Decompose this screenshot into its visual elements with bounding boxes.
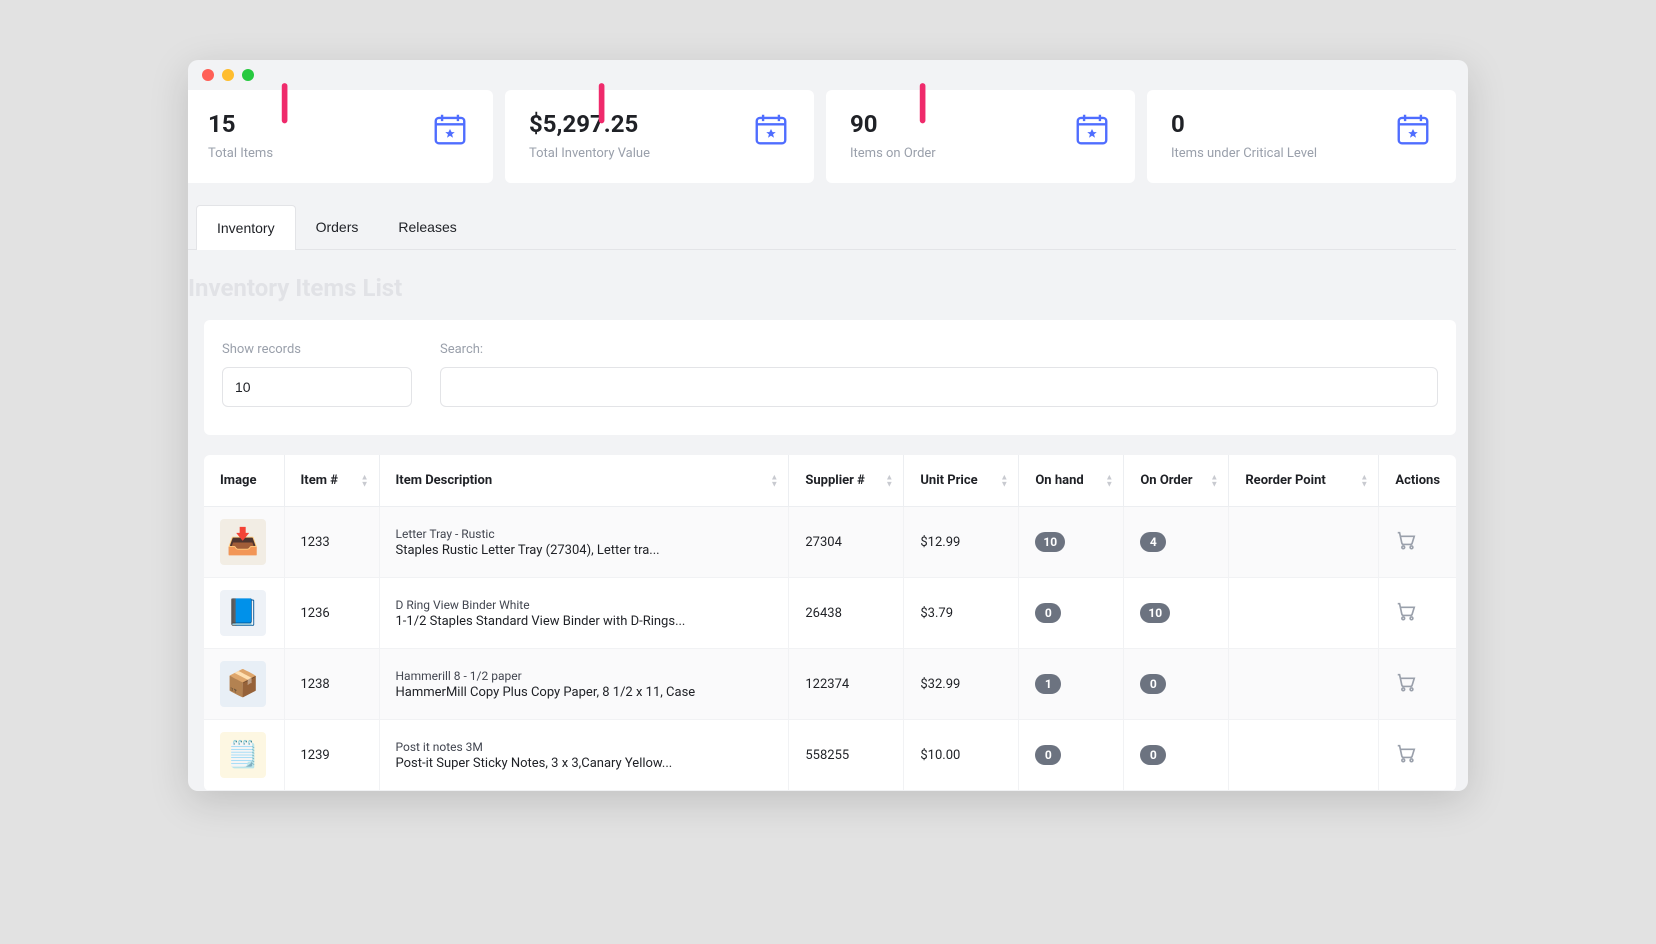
cell-on-order: 0 [1124,720,1229,791]
stat-label: Items under Critical Level [1171,146,1317,161]
cell-reorder [1229,578,1379,649]
stat-card: 0 Items under Critical Level [1147,90,1456,183]
minimize-window-button[interactable] [222,69,234,81]
table-controls: Show records Search: [204,320,1456,435]
add-to-cart-button[interactable] [1395,600,1417,622]
tab-inventory[interactable]: Inventory [196,205,296,250]
tab-releases[interactable]: Releases [378,205,476,249]
cell-on-hand: 1 [1019,649,1124,720]
cell-price: $10.00 [904,720,1019,791]
cell-on-order: 10 [1124,578,1229,649]
cell-actions [1379,720,1456,791]
calendar-star-icon [1073,110,1111,152]
cell-item-no: 1236 [284,578,379,649]
col-item-no[interactable]: Item #▲▼ [284,455,379,507]
cell-reorder [1229,720,1379,791]
col-supplier[interactable]: Supplier #▲▼ [789,455,904,507]
col-on-hand[interactable]: On hand▲▼ [1019,455,1124,507]
cell-actions [1379,649,1456,720]
window-titlebar [188,60,1468,90]
stat-value: 0 [1171,110,1317,138]
stat-card: $5,297.25 Total Inventory Value [505,90,814,183]
sort-icon: ▲▼ [1360,474,1368,487]
cell-description: Hammerill 8 - 1/2 paper HammerMill Copy … [379,649,789,720]
sort-icon: ▲▼ [361,474,369,487]
search-label: Search: [440,342,1438,357]
cell-item-no: 1239 [284,720,379,791]
cell-on-order: 4 [1124,507,1229,578]
cell-price: $32.99 [904,649,1019,720]
stat-cards-row: 15 Total Items $5,297.25 Total Inventory… [188,90,1456,205]
cell-description: Post it notes 3M Post-it Super Sticky No… [379,720,789,791]
add-to-cart-button[interactable] [1395,529,1417,551]
col-on-order[interactable]: On Order▲▼ [1124,455,1229,507]
cell-supplier: 26438 [789,578,904,649]
show-records-group: Show records [222,342,412,407]
show-records-label: Show records [222,342,412,357]
cell-on-hand: 10 [1019,507,1124,578]
item-thumbnail: 📘 [220,590,266,636]
inventory-table-wrap: Image Item #▲▼ Item Description▲▼ Suppli… [204,455,1456,791]
close-window-button[interactable] [202,69,214,81]
table-row: 📘 1236 D Ring View Binder White 1-1/2 St… [204,578,1456,649]
col-actions: Actions [1379,455,1456,507]
search-group: Search: [440,342,1438,407]
cell-reorder [1229,507,1379,578]
stat-label: Total Inventory Value [529,146,650,161]
add-to-cart-button[interactable] [1395,671,1417,693]
show-records-select[interactable] [222,367,412,407]
tabs: Inventory Orders Releases [188,205,1456,250]
maximize-window-button[interactable] [242,69,254,81]
table-row: 📥 1233 Letter Tray - Rustic Staples Rust… [204,507,1456,578]
search-input[interactable] [440,367,1438,407]
sort-icon: ▲▼ [1000,474,1008,487]
cell-supplier: 27304 [789,507,904,578]
calendar-star-icon [752,110,790,152]
table-row: 🗒️ 1239 Post it notes 3M Post-it Super S… [204,720,1456,791]
item-thumbnail: 📦 [220,661,266,707]
col-price[interactable]: Unit Price▲▼ [904,455,1019,507]
cell-supplier: 122374 [789,649,904,720]
cell-description: Letter Tray - Rustic Staples Rustic Lett… [379,507,789,578]
col-image[interactable]: Image [204,455,284,507]
cell-description: D Ring View Binder White 1-1/2 Staples S… [379,578,789,649]
col-reorder[interactable]: Reorder Point▲▼ [1229,455,1379,507]
section-title: Inventory Items List [188,250,1456,320]
cell-reorder [1229,649,1379,720]
table-row: 📦 1238 Hammerill 8 - 1/2 paper HammerMil… [204,649,1456,720]
stat-label: Items on Order [850,146,936,161]
item-thumbnail: 🗒️ [220,732,266,778]
cell-on-hand: 0 [1019,720,1124,791]
calendar-star-icon [1394,110,1432,152]
cell-actions [1379,507,1456,578]
sort-icon: ▲▼ [770,474,778,487]
item-thumbnail: 📥 [220,519,266,565]
sort-icon: ▲▼ [885,474,893,487]
calendar-star-icon [431,110,469,152]
sort-icon: ▲▼ [1105,474,1113,487]
stat-card: 90 Items on Order [826,90,1135,183]
cell-actions [1379,578,1456,649]
add-to-cart-button[interactable] [1395,742,1417,764]
stat-label: Total Items [208,146,273,161]
col-description[interactable]: Item Description▲▼ [379,455,789,507]
cell-item-no: 1233 [284,507,379,578]
sort-icon: ▲▼ [1210,474,1218,487]
cell-price: $12.99 [904,507,1019,578]
inventory-table: Image Item #▲▼ Item Description▲▼ Suppli… [204,455,1456,791]
tab-orders[interactable]: Orders [296,205,379,249]
cell-item-no: 1238 [284,649,379,720]
cell-on-order: 0 [1124,649,1229,720]
cell-price: $3.79 [904,578,1019,649]
main-content: Inventory Orders Releases Inventory Item… [188,205,1468,791]
cell-supplier: 558255 [789,720,904,791]
stat-card: 15 Total Items [188,90,493,183]
cell-on-hand: 0 [1019,578,1124,649]
app-window: 15 Total Items $5,297.25 Total Inventory… [188,60,1468,791]
